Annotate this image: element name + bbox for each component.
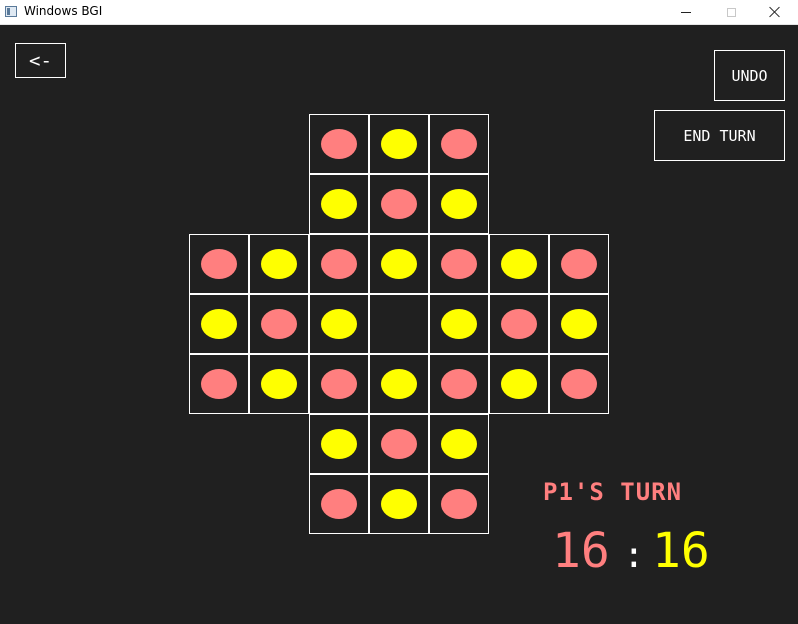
board-cell[interactable] bbox=[489, 354, 549, 414]
p1-peg[interactable] bbox=[441, 369, 477, 399]
p1-peg[interactable] bbox=[321, 249, 357, 279]
p2-peg[interactable] bbox=[201, 309, 237, 339]
p1-peg[interactable] bbox=[201, 369, 237, 399]
p1-peg[interactable] bbox=[201, 249, 237, 279]
p2-peg[interactable] bbox=[501, 369, 537, 399]
board-cell[interactable] bbox=[429, 294, 489, 354]
board-cell[interactable] bbox=[249, 234, 309, 294]
board-cell[interactable] bbox=[189, 354, 249, 414]
board-cell[interactable] bbox=[369, 234, 429, 294]
board-cell[interactable] bbox=[249, 354, 309, 414]
board-cell[interactable] bbox=[369, 114, 429, 174]
p2-peg[interactable] bbox=[381, 489, 417, 519]
board-cell[interactable] bbox=[429, 474, 489, 534]
board-cell[interactable] bbox=[189, 294, 249, 354]
p1-peg[interactable] bbox=[321, 369, 357, 399]
p2-peg[interactable] bbox=[561, 309, 597, 339]
p1-peg[interactable] bbox=[381, 189, 417, 219]
turn-indicator: P1'S TURN bbox=[543, 478, 683, 506]
p2-peg[interactable] bbox=[381, 129, 417, 159]
p1-peg[interactable] bbox=[321, 129, 357, 159]
board-cell[interactable] bbox=[369, 294, 429, 354]
p2-peg[interactable] bbox=[261, 369, 297, 399]
p2-score: 16 bbox=[652, 523, 710, 579]
p1-score: 16 bbox=[552, 523, 610, 579]
p2-peg[interactable] bbox=[441, 309, 477, 339]
p2-peg[interactable] bbox=[441, 429, 477, 459]
p1-peg[interactable] bbox=[441, 249, 477, 279]
board-cell[interactable] bbox=[429, 354, 489, 414]
board-cell[interactable] bbox=[369, 354, 429, 414]
board-cell[interactable] bbox=[309, 474, 369, 534]
board-cell[interactable] bbox=[489, 234, 549, 294]
p1-peg[interactable] bbox=[321, 489, 357, 519]
board-cell[interactable] bbox=[309, 174, 369, 234]
p2-peg[interactable] bbox=[321, 429, 357, 459]
p1-peg[interactable] bbox=[561, 369, 597, 399]
p2-peg[interactable] bbox=[321, 309, 357, 339]
p1-peg[interactable] bbox=[501, 309, 537, 339]
p1-peg[interactable] bbox=[561, 249, 597, 279]
board-cell[interactable] bbox=[369, 474, 429, 534]
p2-peg[interactable] bbox=[501, 249, 537, 279]
board-cell[interactable] bbox=[369, 414, 429, 474]
board-cell[interactable] bbox=[429, 114, 489, 174]
p1-peg[interactable] bbox=[261, 309, 297, 339]
score-separator: : bbox=[623, 535, 645, 576]
p2-peg[interactable] bbox=[381, 249, 417, 279]
board-cell[interactable] bbox=[309, 114, 369, 174]
board-cell[interactable] bbox=[429, 174, 489, 234]
board-cell[interactable] bbox=[549, 234, 609, 294]
p2-peg[interactable] bbox=[321, 189, 357, 219]
p2-peg[interactable] bbox=[261, 249, 297, 279]
board-cell[interactable] bbox=[429, 414, 489, 474]
board-cell[interactable] bbox=[369, 174, 429, 234]
p1-peg[interactable] bbox=[441, 489, 477, 519]
board-cell[interactable] bbox=[189, 234, 249, 294]
p1-peg[interactable] bbox=[441, 129, 477, 159]
p2-peg[interactable] bbox=[441, 189, 477, 219]
board-cell[interactable] bbox=[309, 354, 369, 414]
board-cell[interactable] bbox=[249, 294, 309, 354]
p1-peg[interactable] bbox=[381, 429, 417, 459]
board-cell[interactable] bbox=[549, 354, 609, 414]
p2-peg[interactable] bbox=[381, 369, 417, 399]
board-cell[interactable] bbox=[309, 294, 369, 354]
board-cell[interactable] bbox=[549, 294, 609, 354]
board-cell[interactable] bbox=[429, 234, 489, 294]
board-cell[interactable] bbox=[489, 294, 549, 354]
board-cell[interactable] bbox=[309, 234, 369, 294]
board-cell[interactable] bbox=[309, 414, 369, 474]
